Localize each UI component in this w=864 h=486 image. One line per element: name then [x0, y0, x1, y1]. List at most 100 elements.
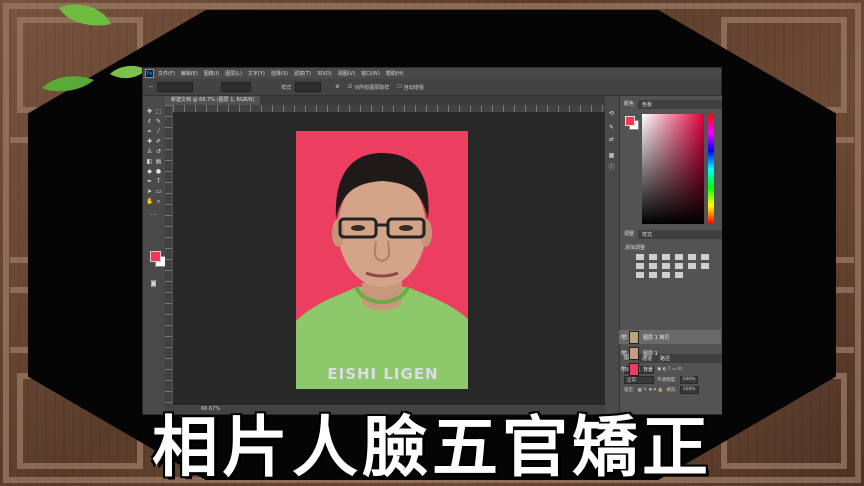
sample-all-checkbox[interactable]: ☑ [348, 84, 352, 90]
panel-foreground-swatch[interactable] [625, 116, 635, 126]
menu-edit[interactable]: 编辑(E) [181, 70, 198, 77]
healing-tool-icon[interactable]: ✚ [146, 138, 153, 145]
stamp-tool-icon[interactable]: ♙ [146, 148, 153, 155]
more-tools-icon[interactable]: … [150, 210, 157, 217]
shape-tool-icon[interactable]: ▭ [155, 188, 162, 195]
auto-enhance-label: 自动增强 [403, 84, 424, 91]
crop-tool-icon[interactable]: ⌗ [146, 128, 153, 135]
layer-row[interactable]: 👁 图层 1 [619, 346, 721, 360]
hue-slider[interactable] [708, 114, 714, 224]
adjustments-panel-tabs: 调整 样式 [620, 230, 722, 239]
auto-enhance-checkbox[interactable]: ☐ [397, 84, 401, 90]
gradient-adjust-icon[interactable] [701, 254, 709, 260]
gradient-tool-icon[interactable]: ▤ [155, 158, 162, 165]
adjustment-icons [636, 254, 709, 278]
mode-field[interactable] [221, 82, 252, 92]
settings-icon[interactable]: ⚙ [335, 84, 339, 90]
canvas-area[interactable]: EISHI LIGEN [173, 112, 621, 405]
channel-mixer-icon[interactable] [688, 263, 696, 269]
lock-icons[interactable]: ▦ ✎ ✥ ⌗ 🔒 [638, 387, 664, 393]
brush-size-field[interactable] [157, 82, 194, 92]
menu-file[interactable]: 文件(F) [158, 70, 175, 77]
menu-layer[interactable]: 图层(L) [225, 70, 242, 77]
path-select-tool-icon[interactable]: ➤ [146, 188, 153, 195]
wooden-lattice-frame: Ps 文件(F) 编辑(E) 图像(I) 图层(L) 文字(Y) 选择(S) 滤… [0, 0, 864, 486]
dodge-tool-icon[interactable]: ● [155, 168, 162, 175]
exposure-icon[interactable] [675, 254, 683, 260]
menu-bar: Ps 文件(F) 编辑(E) 图像(I) 图层(L) 文字(Y) 选择(S) 滤… [143, 68, 721, 79]
hue-saturation-icon[interactable] [636, 263, 644, 269]
quick-select-tool-icon[interactable]: ✎ [155, 118, 162, 125]
visibility-eye-icon[interactable]: 👁 [619, 350, 629, 357]
selective-color-icon[interactable] [675, 272, 683, 278]
curves-icon[interactable] [662, 254, 670, 260]
visibility-eye-icon[interactable]: 👁 [619, 366, 629, 373]
hand-tool-icon[interactable]: ✋ [146, 198, 153, 205]
menu-select[interactable]: 选择(S) [271, 70, 288, 77]
layer-list: 👁 图层 1 拷贝 👁 图层 1 👁 背景 [619, 330, 721, 380]
brush-panel-icon[interactable]: ✎ [608, 124, 615, 131]
leaf-icon [110, 65, 146, 79]
lasso-tool-icon[interactable]: ℓ [146, 118, 153, 125]
photo-filter-icon[interactable] [675, 263, 683, 269]
black-white-icon[interactable] [662, 263, 670, 269]
style-label: 样式 [281, 84, 292, 91]
visibility-eye-icon[interactable]: 👁 [619, 334, 629, 341]
tab-adjustments[interactable]: 调整 [620, 230, 639, 239]
tab-styles[interactable]: 样式 [638, 231, 656, 238]
type-tool-icon[interactable]: T [155, 178, 162, 185]
tab-color[interactable]: 颜色 [620, 100, 639, 109]
move-tool-icon[interactable]: ✥ [146, 108, 153, 115]
color-balance-icon[interactable] [649, 263, 657, 269]
portrait-figure [296, 153, 468, 389]
quick-mask-icon[interactable]: ◙ [150, 280, 157, 287]
fill-field[interactable]: 100% [679, 385, 699, 394]
layer-thumbnail [629, 362, 639, 376]
add-adjustment-label: 添加调整 [625, 245, 646, 251]
posterize-icon[interactable] [649, 272, 657, 278]
color-picker-field[interactable] [642, 114, 704, 224]
foreground-color-swatch[interactable] [150, 251, 161, 262]
leaf-icon [42, 76, 94, 92]
leaf-icon [59, 4, 111, 26]
eyedropper-tool-icon[interactable]: ⁄ [155, 128, 162, 135]
panel-icon-strip: ⟲ ✎ ⇄ ▦ ⓘ [605, 96, 619, 414]
pen-tool-icon[interactable]: ✒ [146, 178, 153, 185]
menu-view[interactable]: 视图(V) [338, 70, 355, 77]
color-panel-tabs: 颜色 色板 [620, 100, 722, 109]
menu-filter[interactable]: 滤镜(T) [294, 70, 311, 77]
eraser-tool-icon[interactable]: ◧ [146, 158, 153, 165]
layer-thumbnail [629, 330, 639, 344]
blur-tool-icon[interactable]: ◆ [146, 168, 153, 175]
vibrance-icon[interactable] [688, 254, 696, 260]
adjust-panel-icon[interactable]: ⇄ [608, 136, 615, 143]
style-field[interactable] [295, 82, 322, 92]
levels-icon[interactable] [649, 254, 657, 260]
document-tab[interactable]: 新建文档 @ 66.7% (图层 1, RGB/8) [165, 96, 261, 105]
ps-logo-icon: Ps [145, 69, 154, 78]
zoom-tool-icon[interactable]: ⌕ [155, 198, 162, 205]
menu-3d[interactable]: 3D(D) [317, 71, 332, 77]
lock-label: 锁定: [624, 387, 635, 393]
tool-preset-icon[interactable]: ⌐ [149, 84, 153, 90]
menu-type[interactable]: 文字(Y) [248, 70, 265, 77]
properties-panel-icon[interactable]: ▦ [608, 152, 615, 159]
history-panel-icon[interactable]: ⟲ [608, 110, 615, 117]
brightness-icon[interactable] [636, 254, 644, 260]
layer-row[interactable]: 👁 图层 1 拷贝 [619, 330, 721, 344]
marquee-tool-icon[interactable]: ⬚ [155, 108, 162, 115]
threshold-icon[interactable] [662, 272, 670, 278]
layer-row[interactable]: 👁 背景 [619, 362, 721, 376]
tab-swatches[interactable]: 色板 [638, 101, 656, 108]
menu-window[interactable]: 窗口(W) [361, 70, 380, 77]
options-bar: ⌐ 样式 ⚙ ☑ 对所有图层取样 ☐ 自动增强 [143, 79, 721, 96]
layer-name: 背景 [643, 366, 654, 373]
menu-image[interactable]: 图像(I) [204, 70, 219, 77]
brush-tool-icon[interactable]: ✐ [155, 138, 162, 145]
info-panel-icon[interactable]: ⓘ [608, 164, 615, 171]
invert-icon[interactable] [636, 272, 644, 278]
history-brush-tool-icon[interactable]: ↺ [155, 148, 162, 155]
color-lookup-icon[interactable] [701, 263, 709, 269]
portrait-photo[interactable]: EISHI LIGEN [296, 131, 468, 389]
menu-help[interactable]: 帮助(H) [386, 70, 404, 77]
